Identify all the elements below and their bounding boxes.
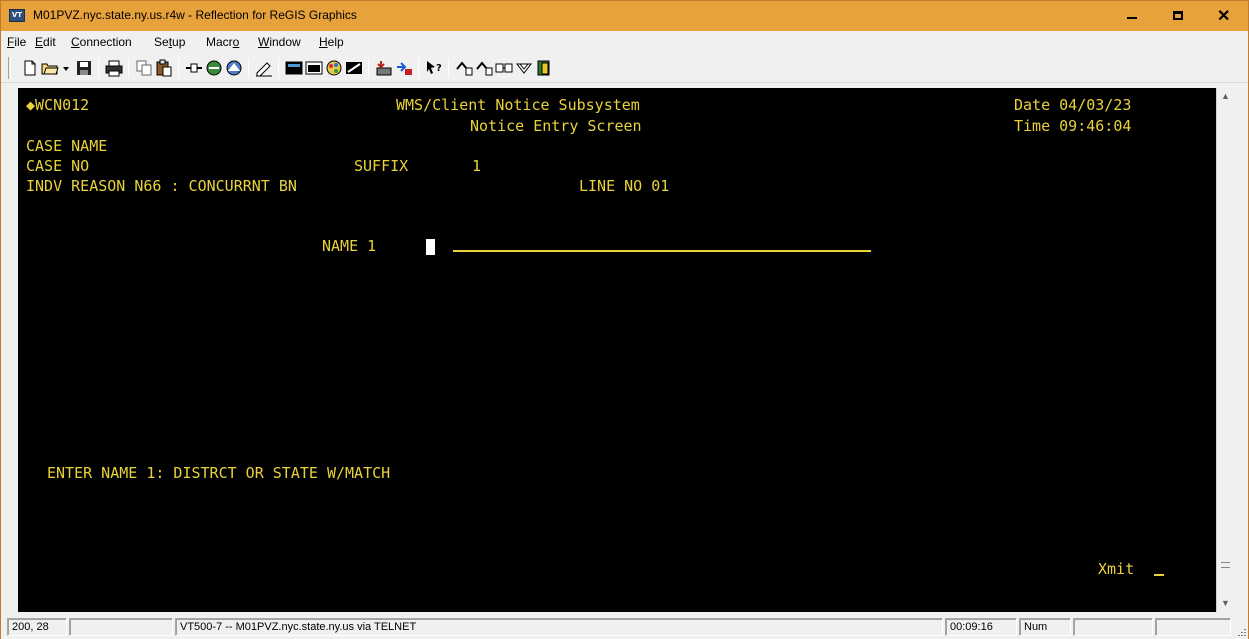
minimize-icon [1127, 17, 1137, 19]
transfer-icon[interactable] [375, 59, 393, 77]
svg-text:?: ? [436, 63, 442, 74]
paste-icon[interactable] [155, 59, 173, 77]
close-icon: ✕ [1217, 8, 1231, 25]
toolbar-separator [128, 58, 129, 78]
scroll-thumb[interactable] [1219, 105, 1232, 595]
app-icon[interactable]: VT [9, 9, 25, 22]
status-blank-2 [1073, 618, 1153, 636]
resize-grip-icon[interactable] [1235, 625, 1247, 637]
line-no: LINE NO 01 [579, 177, 670, 195]
toolbar-separator [368, 58, 369, 78]
open-dropdown-icon[interactable] [61, 59, 71, 77]
screen-id: ◆WCN012 [26, 96, 90, 114]
suffix-label: SUFFIX [354, 157, 409, 175]
status-blank-3 [1155, 618, 1231, 636]
menu-file[interactable]: File [7, 35, 26, 49]
menu-edit[interactable]: Edit [35, 35, 56, 49]
xmit-label: Xmit [1098, 560, 1135, 578]
numlock-indicator: Num [1019, 618, 1071, 636]
terminal-setup-icon[interactable] [305, 59, 323, 77]
system-title: WMS/Client Notice Subsystem [396, 96, 640, 114]
scroll-up-icon[interactable]: ▲ [1217, 88, 1234, 105]
help-pointer-icon[interactable]: ? [425, 59, 443, 77]
print-icon[interactable] [105, 59, 123, 77]
macro-record-icon[interactable] [475, 59, 493, 77]
minimize-button[interactable] [1109, 1, 1155, 31]
window-title: M01PVZ.nyc.state.ny.us.r4w - Reflection … [33, 8, 357, 22]
vertical-scrollbar[interactable]: ▲ ▼ [1216, 88, 1233, 612]
menu-setup[interactable]: Setup [154, 35, 185, 49]
date-label: Date 04/03/23 [1014, 96, 1132, 114]
status-blank-1 [69, 618, 173, 636]
elapsed-time: 00:09:16 [945, 618, 1017, 636]
shortcut-icon[interactable] [515, 59, 533, 77]
disconnect-icon[interactable] [205, 59, 223, 77]
edit-icon[interactable] [255, 59, 273, 77]
keyboard-map-icon[interactable] [345, 59, 363, 77]
toolbar-separator [178, 58, 179, 78]
screen-title: Notice Entry Screen [470, 117, 642, 135]
receive-icon[interactable] [395, 59, 413, 77]
cursor-position: 200, 28 [7, 618, 67, 636]
color-setup-icon[interactable] [325, 59, 343, 77]
macro-run-icon[interactable] [455, 59, 473, 77]
menu-bar: File Edit Connection Setup Macro Window … [1, 31, 1248, 53]
connect-icon[interactable] [185, 59, 203, 77]
open-folder-icon[interactable] [41, 59, 59, 77]
maximize-icon [1173, 11, 1183, 20]
toolbar-separator [248, 58, 249, 78]
save-icon[interactable] [75, 59, 93, 77]
scroll-grip-icon [1221, 562, 1230, 568]
reason-line: INDV REASON N66 : CONCURRNT BN [26, 177, 297, 195]
scroll-down-icon[interactable]: ▼ [1217, 595, 1234, 612]
menu-window[interactable]: Window [258, 35, 301, 49]
suffix-value: 1 [472, 157, 482, 175]
case-name-label: CASE NAME [26, 137, 108, 155]
toolbar-separator [448, 58, 449, 78]
copy-icon[interactable] [135, 59, 153, 77]
connection-settings-icon[interactable] [225, 59, 243, 77]
prompt-message: ENTER NAME 1: DISTRCT OR STATE W/MATCH [47, 464, 391, 482]
toolbar: ? [1, 53, 1248, 83]
time-label: Time 09:46:04 [1014, 117, 1132, 135]
toolbar-separator [98, 58, 99, 78]
toolbar-separator [278, 58, 279, 78]
toolbar-separator [418, 58, 419, 78]
display-setup-icon[interactable] [285, 59, 303, 77]
status-bar: 200, 28 VT500-7 -- M01PVZ.nyc.state.ny.u… [1, 615, 1248, 639]
name1-label: NAME 1 [322, 237, 377, 255]
exit-icon[interactable] [535, 59, 553, 77]
close-button[interactable]: ✕ [1201, 1, 1248, 31]
connection-status: VT500-7 -- M01PVZ.nyc.state.ny.us via TE… [175, 618, 943, 636]
maximize-button[interactable] [1155, 1, 1201, 31]
name1-field-underline [453, 250, 871, 252]
menu-connection[interactable]: Connection [71, 35, 132, 49]
application-window: VT M01PVZ.nyc.state.ny.us.r4w - Reflecti… [0, 0, 1249, 639]
case-no-label: CASE NO [26, 157, 90, 175]
new-document-icon[interactable] [21, 59, 39, 77]
terminal-screen[interactable]: ◆WCN012 WMS/Client Notice Subsystem Date… [18, 88, 1216, 612]
macro-edit-icon[interactable] [495, 59, 513, 77]
text-cursor [426, 239, 435, 256]
toolbar-grip[interactable] [8, 57, 11, 79]
menu-macro[interactable]: Macro [206, 35, 239, 49]
title-bar[interactable]: VT M01PVZ.nyc.state.ny.us.r4w - Reflecti… [1, 1, 1248, 31]
xmit-input[interactable] [1154, 574, 1164, 576]
menu-help[interactable]: Help [319, 35, 344, 49]
